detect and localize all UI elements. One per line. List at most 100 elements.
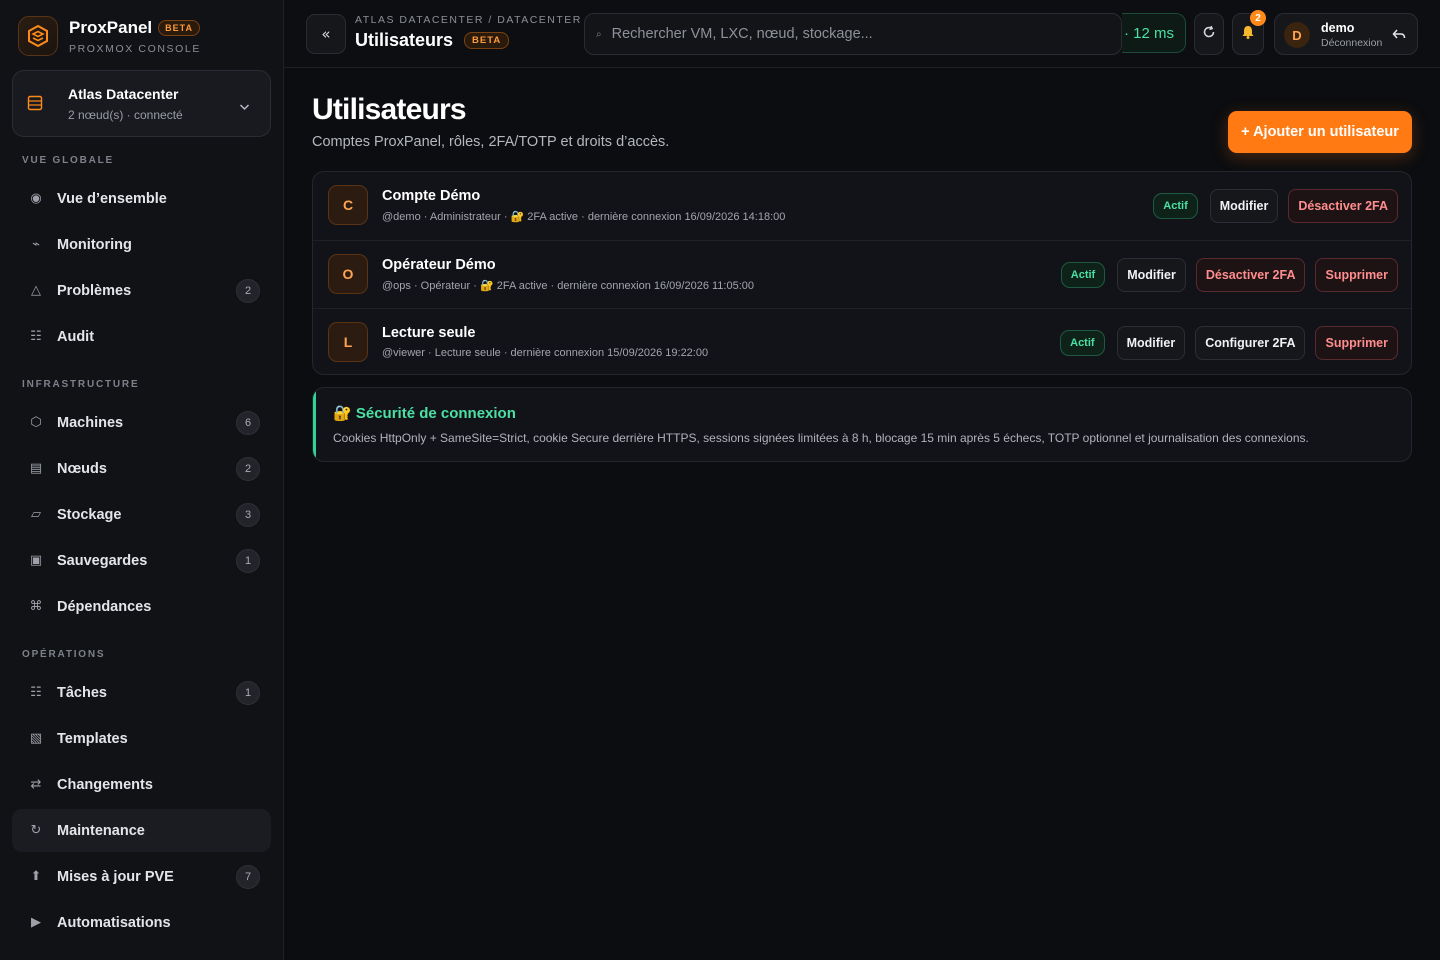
avatar: O [328, 254, 368, 294]
topbar-beta-badge: BETA [464, 32, 510, 49]
page-title: Utilisateurs [312, 93, 467, 126]
pulse-icon: ⌁ [32, 237, 40, 252]
sidebar-item-problemes[interactable]: △ Problèmes 2 [12, 269, 271, 312]
brand-name: ProxPanel [69, 17, 153, 37]
topbar-title: Utilisateurs [355, 30, 454, 50]
sidebar-item-count-badge: 1 [236, 548, 260, 573]
beta-badge: BETA [158, 19, 200, 36]
backup-icon: ▣ [29, 553, 43, 568]
sidebar-item-mises-a-jour-pve[interactable]: ⬆ Mises à jour PVE 7 [12, 855, 271, 898]
configurer-2fa-button[interactable]: Configurer 2FA [1195, 326, 1306, 360]
list-icon: ☷ [30, 329, 42, 344]
brand-subtitle: PROXMOX CONSOLE [69, 42, 201, 55]
sidebar-item-label: Audit [57, 328, 95, 345]
user-actions: Actif Modifier Désactiver 2FA [1153, 189, 1398, 223]
sidebar-item-sauvegardes[interactable]: ▣ Sauvegardes 1 [12, 539, 271, 582]
user-meta: @demo · Administrateur · 🔐 2FA active · … [382, 211, 786, 223]
sidebar-item-monitoring[interactable]: ⌁ Monitoring [12, 223, 271, 266]
table-row: L Lecture seule @viewer · Lecture seule · … [313, 308, 1411, 374]
sidebar-item-taches[interactable]: ☷ Tâches 1 [12, 671, 271, 714]
upload-icon: ⬆ [30, 869, 42, 884]
sidebar-item-stockage[interactable]: ▱ Stockage 3 [12, 493, 271, 536]
table-row: C Compte Démo @demo · Administrateur · 🔐 2… [313, 172, 1411, 239]
avatar: D [1284, 22, 1310, 48]
warning-icon: △ [31, 283, 41, 298]
sidebar-item-label: Dépendances [57, 598, 152, 615]
user-name: demo [1321, 21, 1355, 35]
sidebar-item-count-badge: 2 [236, 278, 260, 303]
sidebar-item-label: Machines [57, 414, 124, 431]
notification-count-badge: 2 [1250, 10, 1266, 26]
user-display-name: Opérateur Démo [382, 257, 496, 273]
brand[interactable]: ProxPanel BETA PROXMOX CONSOLE [18, 16, 201, 56]
security-text: Cookies HttpOnly + SameSite=Strict, cook… [333, 431, 1309, 445]
breadcrumb: ATLAS DATACENTER / DATACENTER [355, 14, 582, 26]
sidebar-item-n-uds[interactable]: ▤ Nœuds 2 [12, 447, 271, 490]
desactiver-2fa-button[interactable]: Désactiver 2FA [1288, 189, 1398, 223]
command-icon: ⌘ [29, 599, 43, 614]
disk-icon: ▱ [31, 507, 41, 522]
sidebar-item-maintenance[interactable]: ↻ Maintenance [12, 809, 271, 852]
sidebar-item-label: Nœuds [57, 460, 107, 477]
security-notice: 🔐 Sécurité de connexion Cookies HttpOnly… [312, 387, 1412, 462]
sidebar-item-changements[interactable]: ⇄ Changements [12, 763, 271, 806]
search-input[interactable] [611, 26, 1092, 42]
topbar: « ATLAS DATACENTER / DATACENTER Utilisat… [284, 0, 1440, 68]
latency-indicator: · 12 ms [1122, 13, 1186, 53]
sidebar-item-templates[interactable]: ▧ Templates [12, 717, 271, 760]
bell-icon [1240, 24, 1256, 45]
user-menu[interactable]: D demo Déconnexion [1274, 13, 1418, 55]
user-actions: Actif Modifier Configurer 2FA Supprimer [1060, 326, 1398, 360]
sidebar-item-label: Stockage [57, 506, 122, 523]
sidebar-item-label: Problèmes [57, 282, 132, 299]
sidebar-item-label: Mises à jour PVE [57, 868, 174, 885]
desactiver-2fa-button[interactable]: Désactiver 2FA [1195, 258, 1306, 292]
template-icon: ▧ [29, 731, 43, 746]
security-accent-bar [313, 388, 316, 461]
sidebar-item-count-badge: 2 [236, 456, 260, 481]
modifier-button[interactable]: Modifier [1209, 189, 1279, 223]
logout-icon[interactable] [1391, 26, 1407, 47]
sidebar-item-count-badge: 7 [236, 864, 260, 889]
sidebar-item-machines[interactable]: ⬡ Machines 6 [12, 401, 271, 444]
user-meta: @ops · Opérateur · 🔐 2FA active · derniè… [382, 280, 754, 292]
sidebar-item-audit[interactable]: ☷ Audit [12, 315, 271, 358]
sidebar-item-label: Templates [57, 730, 128, 747]
sidebar-item-dependances[interactable]: ⌘ Dépendances [12, 585, 271, 628]
swap-icon: ⇄ [30, 777, 42, 792]
sidebar-item-vue-d-ensemble[interactable]: ◉ Vue d’ensemble [12, 177, 271, 220]
sidebar-item-label: Maintenance [57, 822, 145, 839]
play-icon: ▶ [31, 915, 41, 930]
sidebar-item-count-badge: 1 [236, 680, 260, 705]
modifier-button[interactable]: Modifier [1116, 326, 1186, 360]
status-badge: Actif [1153, 193, 1198, 219]
sidebar-section-label: VUE GLOBALE [22, 155, 115, 166]
collapse-sidebar-button[interactable]: « [306, 14, 346, 54]
modifier-button[interactable]: Modifier [1117, 258, 1186, 292]
status-badge: Actif [1060, 330, 1105, 356]
sidebar-item-label: Changements [57, 776, 153, 793]
supprimer-button[interactable]: Supprimer [1315, 326, 1398, 360]
refresh-icon: ↻ [30, 823, 42, 838]
supprimer-button[interactable]: Supprimer [1315, 258, 1398, 292]
sidebar-item-count-badge: 3 [236, 502, 260, 527]
tasks-icon: ☷ [30, 685, 42, 700]
chevron-down-icon [239, 98, 250, 116]
user-display-name: Compte Démo [382, 188, 481, 204]
add-user-button[interactable]: + Ajouter un utilisateur [1228, 111, 1412, 153]
avatar: C [328, 185, 368, 225]
search-icon: ⌕ [596, 28, 602, 40]
datacenter-status: 2 nœud(s) · connecté [68, 108, 183, 122]
hexagon-icon: ⬡ [30, 415, 42, 430]
users-list: C Compte Démo @demo · Administrateur · 🔐 2… [312, 171, 1412, 375]
notifications-button[interactable]: 2 [1232, 10, 1266, 55]
search-box[interactable]: ⌕ [584, 13, 1122, 55]
sidebar-item-label: Sauvegardes [57, 552, 148, 569]
server-icon: ▤ [29, 461, 43, 476]
proxpanel-logo-icon [18, 16, 58, 56]
sidebar-item-automatisations[interactable]: ▶ Automatisations [12, 901, 271, 944]
refresh-button[interactable] [1194, 13, 1224, 55]
logout-link[interactable]: Déconnexion [1321, 37, 1382, 49]
datacenter-selector[interactable]: Atlas Datacenter 2 nœud(s) · connecté [12, 70, 271, 137]
sidebar-item-label: Automatisations [57, 914, 171, 931]
